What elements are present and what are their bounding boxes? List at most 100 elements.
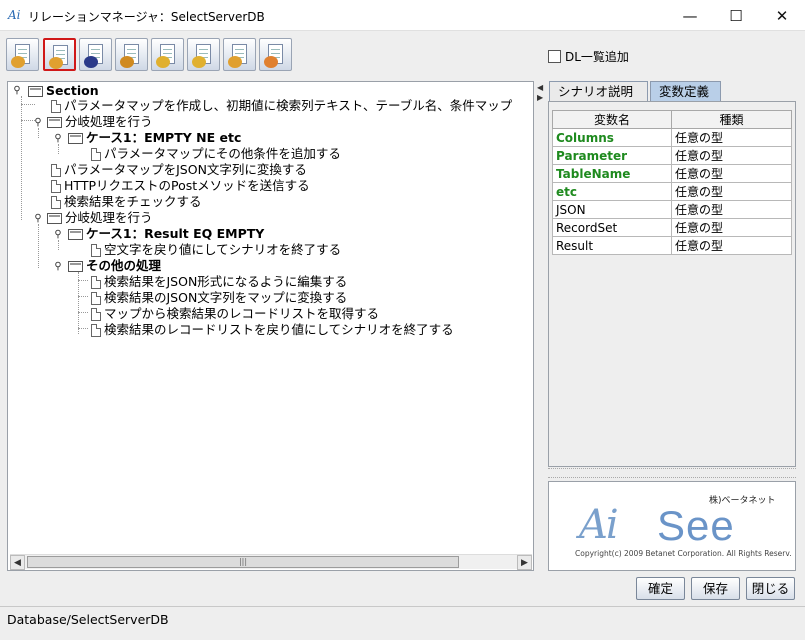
- confirm-button[interactable]: 確定: [636, 577, 685, 600]
- vertical-splitter[interactable]: [548, 468, 796, 478]
- scroll-left-icon[interactable]: ◀: [10, 555, 25, 570]
- close-button[interactable]: 閉じる: [746, 577, 795, 600]
- tree-node-otherwise[interactable]: その他の処理: [68, 258, 161, 274]
- tree-node-label: ケース1：EMPTY NE etc: [86, 130, 242, 145]
- var-name[interactable]: Parameter: [552, 146, 672, 165]
- tree-node[interactable]: 検索結果のレコードリストを戻り値にしてシナリオを終了する: [91, 322, 454, 338]
- tree-toggle-icon[interactable]: ⚲: [52, 133, 64, 144]
- arrow-icon: [11, 56, 25, 68]
- document-icon: [51, 195, 61, 209]
- pane-splitter[interactable]: ◀ ▶: [537, 81, 544, 571]
- tree-node-label: マップから検索結果のレコードリストを取得する: [104, 306, 380, 321]
- toolbar-button-5[interactable]: [151, 38, 184, 71]
- table-row[interactable]: RecordSet 任意の型: [552, 218, 792, 237]
- tree-node-case[interactable]: ケース1：Result EQ EMPTY: [68, 226, 264, 242]
- app-logo-icon: Ai: [8, 8, 21, 22]
- scroll-right-icon[interactable]: ▶: [517, 555, 532, 570]
- var-type[interactable]: 任意の型: [671, 128, 792, 147]
- tree-node[interactable]: 検索結果をチェックする: [51, 194, 202, 210]
- tab-variable-definition[interactable]: 変数定義: [650, 81, 721, 101]
- var-name[interactable]: TableName: [552, 164, 672, 183]
- bookmark-icon: [264, 56, 278, 68]
- tree-node-branch[interactable]: 分岐処理を行う: [47, 210, 153, 226]
- tree-node-branch[interactable]: 分岐処理を行う: [47, 114, 153, 130]
- tree-node-label: ケース1：Result EQ EMPTY: [86, 226, 265, 241]
- document-icon: [91, 243, 101, 257]
- var-type[interactable]: 任意の型: [671, 200, 792, 219]
- close-window-button[interactable]: ✕: [759, 0, 805, 31]
- toolbar-button-2[interactable]: [43, 38, 76, 71]
- var-type[interactable]: 任意の型: [671, 236, 792, 255]
- var-name[interactable]: Result: [552, 236, 672, 255]
- tree-connector: [78, 272, 79, 334]
- toolbar-button-3[interactable]: [79, 38, 112, 71]
- var-name[interactable]: JSON: [552, 200, 672, 219]
- tree-toggle-icon[interactable]: ⚲: [32, 213, 44, 224]
- var-name[interactable]: RecordSet: [552, 218, 672, 237]
- var-type[interactable]: 任意の型: [671, 164, 792, 183]
- tree-node[interactable]: パラメータマップにその他条件を追加する: [91, 146, 341, 162]
- tree-node-section[interactable]: Section: [28, 83, 99, 99]
- tab-scenario-description[interactable]: シナリオ説明: [549, 81, 648, 101]
- toolbar-button-8[interactable]: [259, 38, 292, 71]
- pencil-icon: [84, 56, 98, 68]
- tree-connector: [78, 328, 88, 329]
- checkbox-box[interactable]: [548, 50, 561, 63]
- table-row[interactable]: TableName 任意の型: [552, 164, 792, 183]
- tree-node[interactable]: 検索結果のJSON文字列をマップに変換する: [91, 290, 347, 306]
- window-title: リレーションマネージャ：SelectServerDB: [28, 10, 265, 24]
- minimize-button[interactable]: —: [667, 0, 713, 31]
- folder-icon: [47, 212, 62, 224]
- tree-node-case[interactable]: ケース1：EMPTY NE etc: [68, 130, 241, 146]
- tree-horizontal-scrollbar[interactable]: ◀ ||| ▶: [10, 554, 532, 570]
- tree-node[interactable]: HTTPリクエストのPostメソッドを送信する: [51, 178, 310, 194]
- toolbar-button-4[interactable]: [115, 38, 148, 71]
- maximize-button[interactable]: ☐: [713, 0, 759, 31]
- dl-list-add-label: DL一覧追加: [565, 50, 629, 64]
- tree-node[interactable]: 空文字を戻り値にしてシナリオを終了する: [91, 242, 341, 258]
- folder-icon: [47, 116, 62, 128]
- var-type[interactable]: 任意の型: [671, 182, 792, 201]
- table-row[interactable]: Result 任意の型: [552, 236, 792, 255]
- rotate-icon: [156, 56, 170, 68]
- scenario-tree[interactable]: ⚲ ⚲ ⚲ ⚲ ⚲ ⚲ Section パラメータマップを作成し、初期値に検索列…: [7, 81, 534, 571]
- var-name[interactable]: Columns: [552, 128, 672, 147]
- document-icon: [91, 307, 101, 321]
- tree-node-label: パラメータマップを作成し、初期値に検索列テキスト、テーブル名、条件マップ: [64, 98, 513, 113]
- table-row[interactable]: JSON 任意の型: [552, 200, 792, 219]
- tree-toggle-icon[interactable]: ⚲: [11, 85, 23, 96]
- table-row[interactable]: Columns 任意の型: [552, 128, 792, 147]
- collapse-left-icon[interactable]: ◀: [537, 83, 543, 92]
- tree-node-label: 検索結果をチェックする: [64, 194, 202, 209]
- var-type[interactable]: 任意の型: [671, 146, 792, 165]
- var-name[interactable]: etc: [552, 182, 672, 201]
- tree-node[interactable]: パラメータマップを作成し、初期値に検索列テキスト、テーブル名、条件マップ: [51, 98, 512, 114]
- tree-node-label: 分岐処理を行う: [65, 114, 153, 129]
- tree-toggle-icon[interactable]: ⚲: [32, 117, 44, 128]
- brand-logo-see: See: [657, 502, 735, 549]
- tree-node-label: その他の処理: [86, 258, 162, 273]
- list-icon: [228, 56, 242, 68]
- scrollbar-thumb[interactable]: |||: [27, 556, 459, 568]
- column-header-name[interactable]: 変数名: [552, 110, 672, 129]
- collapse-right-icon[interactable]: ▶: [537, 93, 543, 102]
- tree-toggle-icon[interactable]: ⚲: [52, 229, 64, 240]
- dl-list-add-checkbox[interactable]: DL一覧追加: [548, 48, 629, 65]
- tree-connector: [21, 96, 22, 220]
- toolbar-button-7[interactable]: [223, 38, 256, 71]
- gear-icon: [49, 57, 63, 69]
- var-type[interactable]: 任意の型: [671, 218, 792, 237]
- document-icon: [51, 179, 61, 193]
- tree-node[interactable]: 検索結果をJSON形式になるように編集する: [91, 274, 347, 290]
- tree-node[interactable]: パラメータマップをJSON文字列に変換する: [51, 162, 307, 178]
- table-row[interactable]: Parameter 任意の型: [552, 146, 792, 165]
- brand-logo-panel: 株)ベータネット Ai See Copyright(c) 2009 Betane…: [548, 481, 796, 571]
- toolbar-button-6[interactable]: [187, 38, 220, 71]
- table-row[interactable]: etc 任意の型: [552, 182, 792, 201]
- document-icon: [91, 147, 101, 161]
- tree-node[interactable]: マップから検索結果のレコードリストを取得する: [91, 306, 379, 322]
- save-button[interactable]: 保存: [691, 577, 740, 600]
- column-header-type[interactable]: 種類: [671, 110, 792, 129]
- toolbar-button-1[interactable]: [6, 38, 39, 71]
- tree-toggle-icon[interactable]: ⚲: [52, 261, 64, 272]
